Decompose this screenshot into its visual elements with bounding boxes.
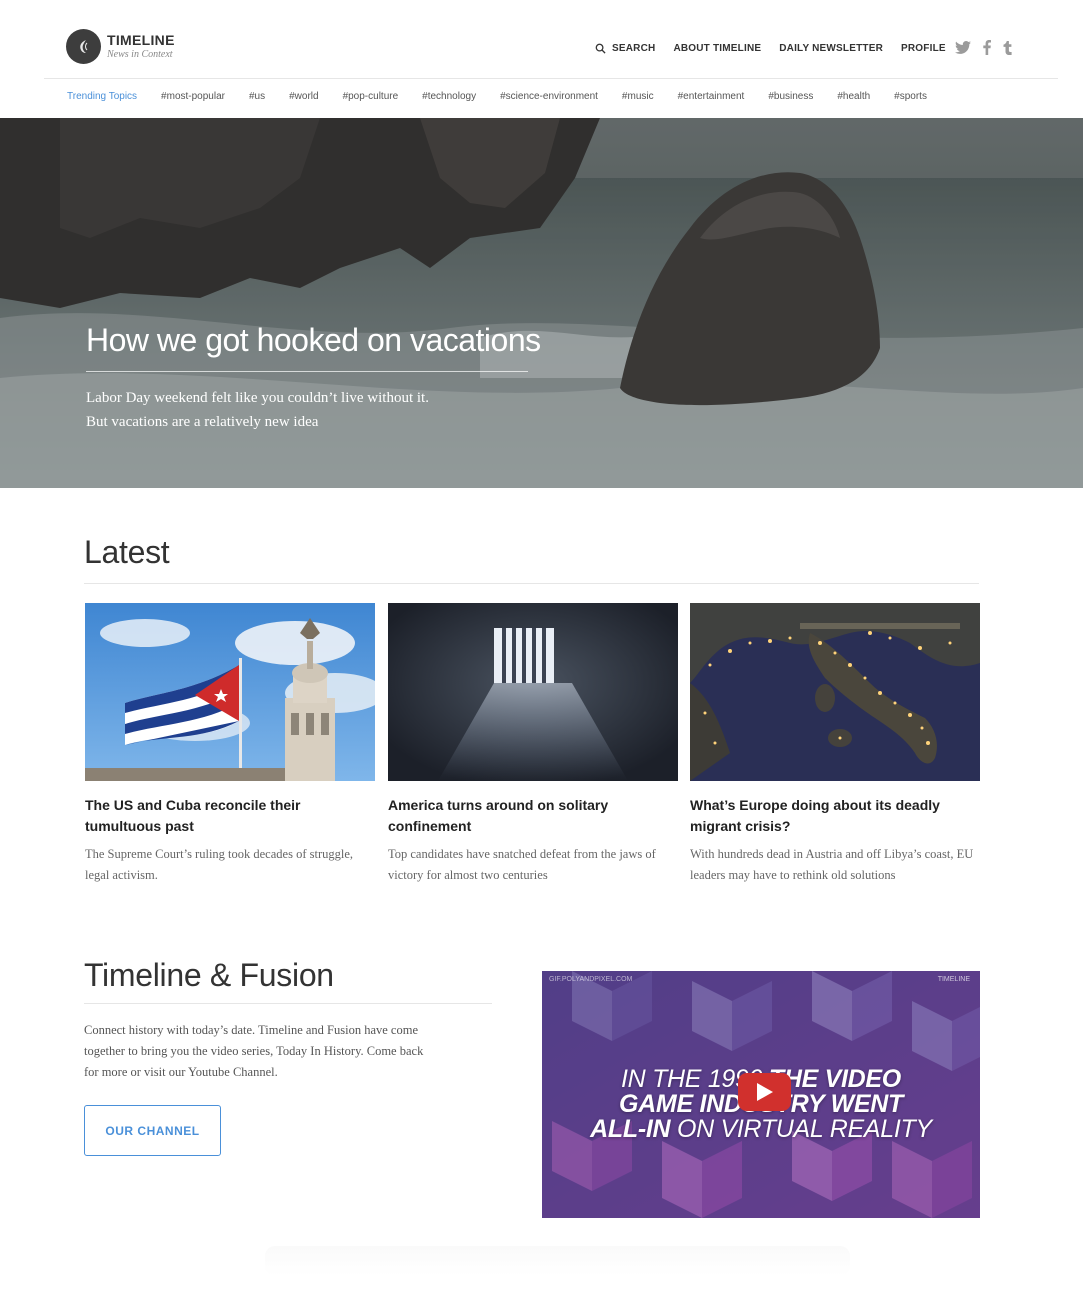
latest-divider — [84, 583, 979, 584]
topic-world[interactable]: #world — [289, 91, 318, 102]
logo-tagline: News in Context — [107, 49, 173, 60]
fusion-description: Connect history with today’s date. Timel… — [84, 1023, 424, 1079]
topic-technology[interactable]: #technology — [422, 91, 476, 102]
video-line3-bold: ALL-IN — [590, 1115, 671, 1143]
topic-music[interactable]: #music — [622, 91, 654, 102]
topic-entertainment[interactable]: #entertainment — [678, 91, 745, 102]
topic-most-popular[interactable]: #most-popular — [161, 91, 225, 102]
topic-pop-culture[interactable]: #pop-culture — [343, 91, 399, 102]
latest-heading: Latest — [84, 534, 170, 570]
topic-sports[interactable]: #sports — [894, 91, 927, 102]
hero-banner[interactable]: How we got hooked on vacations Labor Day… — [0, 118, 1083, 488]
footer-placeholder — [265, 1246, 850, 1276]
site-header: TIMELINE News in Context SEARCH ABOUT TI… — [0, 0, 1083, 118]
article-image-europe-night — [690, 603, 980, 781]
tumblr-icon[interactable] — [1003, 40, 1012, 59]
article-card-solitary[interactable]: America turns around on solitary confine… — [388, 603, 678, 886]
hero-title-divider — [86, 371, 528, 372]
video-brand-label: TIMELINE — [937, 976, 970, 983]
trending-topics-bar: Trending Topics #most-popular #us #world… — [67, 91, 951, 102]
article-card-cuba[interactable]: The US and Cuba reconcile their tumultuo… — [85, 603, 375, 886]
twitter-icon[interactable] — [955, 41, 971, 58]
facebook-icon[interactable] — [983, 40, 991, 59]
video-line3-light: ON VIRTUAL REALITY — [676, 1115, 932, 1143]
fusion-heading: Timeline & Fusion — [84, 957, 334, 993]
our-channel-button[interactable]: OUR CHANNEL — [84, 1105, 221, 1156]
article-description: The Supreme Court’s ruling took decades … — [85, 847, 353, 882]
nav-search[interactable]: SEARCH — [595, 43, 655, 54]
site-logo[interactable]: TIMELINE News in Context — [66, 29, 175, 64]
article-image-cuba — [85, 603, 375, 781]
video-player[interactable]: GIF.POLYANDPIXEL.COM TIMELINE IN THE 199… — [542, 971, 980, 1218]
topic-business[interactable]: #business — [768, 91, 813, 102]
main-nav: SEARCH ABOUT TIMELINE DAILY NEWSLETTER P… — [595, 43, 946, 54]
hero-title[interactable]: How we got hooked on vacations — [86, 322, 541, 359]
search-icon — [595, 43, 606, 54]
topic-us[interactable]: #us — [249, 91, 265, 102]
article-description: Top candidates have snatched defeat from… — [388, 847, 656, 882]
social-links — [955, 40, 1012, 59]
article-card-europe[interactable]: What’s Europe doing about its deadly mig… — [690, 603, 980, 886]
nav-search-label: SEARCH — [612, 43, 656, 54]
logo-title: TIMELINE — [107, 32, 175, 48]
article-image-prison — [388, 603, 678, 781]
article-title[interactable]: What’s Europe doing about its deadly mig… — [690, 795, 980, 837]
hero-description: Labor Day weekend felt like you couldn’t… — [86, 390, 429, 430]
header-divider — [44, 78, 1058, 79]
article-description: With hundreds dead in Austria and off Li… — [690, 847, 974, 882]
trending-topics-label[interactable]: Trending Topics — [67, 91, 137, 102]
play-button[interactable] — [738, 1073, 791, 1111]
nav-newsletter[interactable]: DAILY NEWSLETTER — [779, 43, 883, 54]
nav-profile[interactable]: PROFILE — [901, 43, 946, 54]
fusion-divider — [84, 1003, 492, 1004]
topic-health[interactable]: #health — [837, 91, 870, 102]
article-title[interactable]: America turns around on solitary confine… — [388, 795, 678, 837]
article-title[interactable]: The US and Cuba reconcile their tumultuo… — [85, 795, 375, 837]
topic-science-environment[interactable]: #science-environment — [500, 91, 598, 102]
play-icon — [756, 1083, 773, 1101]
video-source-label: GIF.POLYANDPIXEL.COM — [549, 976, 633, 983]
logo-mark-icon — [66, 29, 101, 64]
nav-about[interactable]: ABOUT TIMELINE — [673, 43, 761, 54]
